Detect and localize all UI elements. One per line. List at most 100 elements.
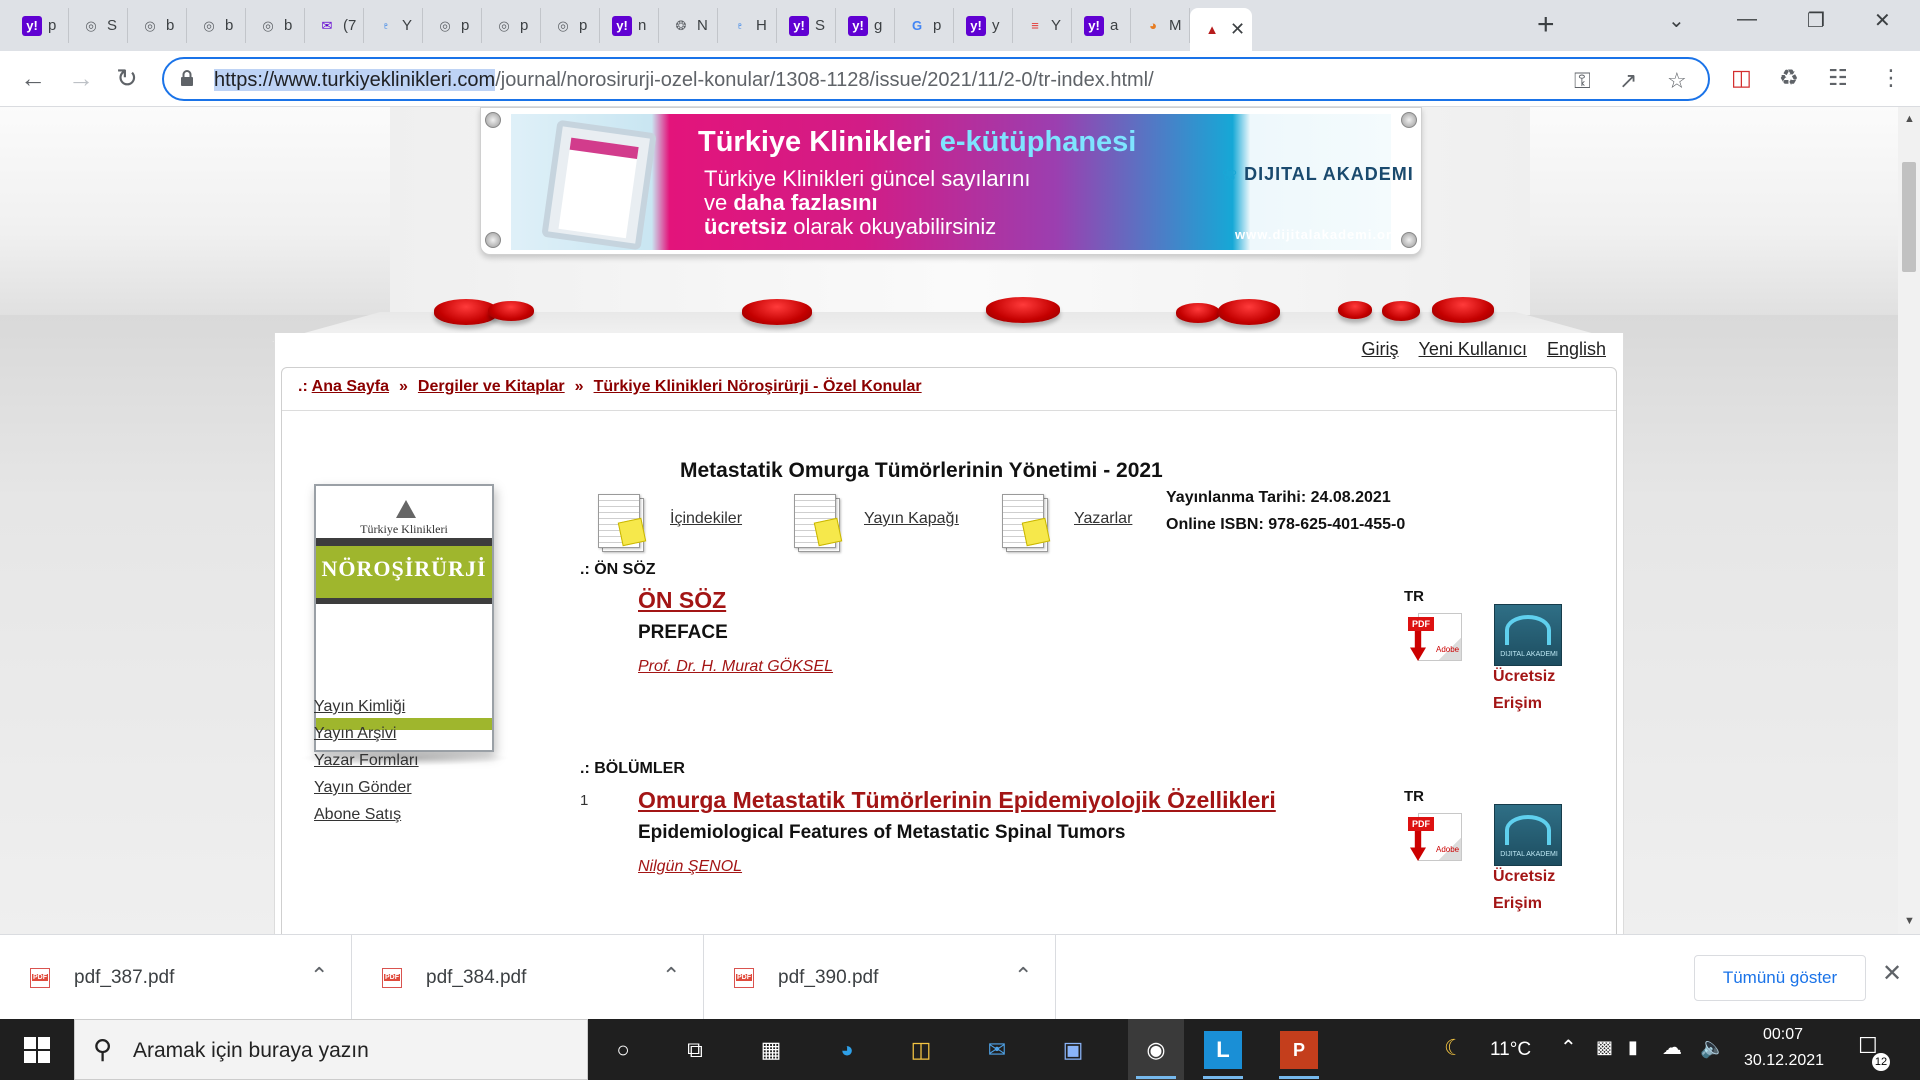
close-tab-icon[interactable]: ✕: [1230, 19, 1245, 40]
sidebar-item-submit[interactable]: Yayın Gönder: [314, 779, 412, 797]
article-author[interactable]: Nilgün ŞENOL: [638, 858, 742, 876]
tab-search-icon[interactable]: ⌄: [1668, 8, 1685, 33]
sidebar-item-author-forms[interactable]: Yazar Formları: [314, 752, 419, 770]
browser-tab[interactable]: ≡ Y: [1013, 8, 1072, 43]
reload-icon[interactable]: ↻: [116, 63, 138, 93]
browser-tab[interactable]: ❂ N: [659, 8, 718, 43]
scrollbar-thumb[interactable]: [1902, 162, 1916, 272]
digital-academy-icon[interactable]: DIJITAL AKADEMI: [1494, 804, 1562, 866]
bookmark-star-icon[interactable]: ☆: [1667, 68, 1687, 94]
browser-tab[interactable]: ◎ b: [187, 8, 246, 43]
browser-tab[interactable]: ♇ H: [718, 8, 777, 43]
browser-tab[interactable]: y! n: [600, 8, 659, 43]
browser-tab[interactable]: ◎ S: [69, 8, 128, 43]
clock-time[interactable]: 00:07: [1763, 1026, 1803, 1044]
share-icon[interactable]: ↗: [1619, 68, 1637, 94]
sidebar-item-publication-identity[interactable]: Yayın Kimliği: [314, 698, 405, 716]
breadcrumb-journal[interactable]: Türkiye Klinikleri Nöroşirürji - Özel Ko…: [594, 378, 922, 395]
browser-tab[interactable]: ◎ b: [246, 8, 305, 43]
contents-document-icon[interactable]: [598, 494, 648, 556]
close-icon[interactable]: ✕: [1882, 959, 1902, 988]
free-access-label[interactable]: Ücretsiz Erişim: [1493, 663, 1555, 717]
powerpoint-icon[interactable]: P: [1280, 1031, 1318, 1069]
restore-icon[interactable]: ❐: [1807, 8, 1825, 33]
free-access-label[interactable]: Ücretsiz Erişim: [1493, 863, 1555, 917]
edge-icon[interactable]: ◕: [828, 1031, 866, 1069]
browser-tab[interactable]: y! a: [1072, 8, 1131, 43]
chevron-up-icon[interactable]: ⌃: [662, 963, 680, 989]
cover-link[interactable]: Yayın Kapağı: [864, 510, 959, 528]
l-app-icon[interactable]: L: [1204, 1031, 1242, 1069]
windows-start-icon[interactable]: [24, 1037, 50, 1063]
page-scrollbar[interactable]: ▲ ▼: [1898, 107, 1920, 934]
weather-temperature[interactable]: 11°C: [1490, 1039, 1531, 1061]
browser-tab[interactable]: ◎ p: [423, 8, 482, 43]
sidebar-item-subscription[interactable]: Abone Satış: [314, 806, 401, 824]
browser-tab[interactable]: ♇ Y: [364, 8, 423, 43]
browser-tab[interactable]: ◎ p: [541, 8, 600, 43]
volume-icon[interactable]: 🔈: [1700, 1035, 1725, 1060]
address-bar[interactable]: https://www.turkiyeklinikleri.com/journa…: [162, 57, 1710, 101]
chrome-icon[interactable]: ◉: [1128, 1019, 1184, 1080]
breadcrumb-home[interactable]: Ana Sayfa: [312, 378, 389, 395]
chevron-up-icon[interactable]: ⌃: [1014, 963, 1032, 989]
profile-icon[interactable]: ☷: [1828, 65, 1848, 91]
forward-icon[interactable]: →: [68, 63, 94, 93]
login-link[interactable]: Giriş: [1362, 339, 1399, 360]
breadcrumb-journals[interactable]: Dergiler ve Kitaplar: [418, 378, 565, 395]
download-item[interactable]: pdf_387.pdf ⌃: [0, 935, 352, 1020]
clock-date[interactable]: 30.12.2021: [1744, 1052, 1824, 1070]
battery-icon[interactable]: ▮: [1628, 1037, 1638, 1058]
browser-tab[interactable]: y! S: [777, 8, 836, 43]
browser-tab[interactable]: ▲ ✕: [1190, 8, 1252, 51]
article-title[interactable]: Omurga Metastatik Tümörlerinin Epidemiyo…: [638, 787, 1276, 814]
browser-tab[interactable]: Gp: [895, 8, 954, 43]
weather-moon-icon[interactable]: ☾: [1444, 1035, 1464, 1061]
new-user-link[interactable]: Yeni Kullanıcı: [1419, 339, 1527, 360]
browser-tab[interactable]: ✉ (7: [305, 8, 364, 43]
english-link[interactable]: English: [1547, 339, 1606, 360]
article-author[interactable]: Prof. Dr. H. Murat GÖKSEL: [638, 658, 833, 676]
chevron-up-icon[interactable]: ⌃: [310, 963, 328, 989]
download-item[interactable]: pdf_384.pdf ⌃: [352, 935, 704, 1020]
close-window-icon[interactable]: ✕: [1874, 8, 1891, 33]
minimize-icon[interactable]: —: [1737, 8, 1757, 31]
cloud-icon[interactable]: ☁: [1662, 1035, 1682, 1060]
browser-tab[interactable]: ◎ p: [482, 8, 541, 43]
mail-icon[interactable]: ✉: [978, 1031, 1016, 1069]
network-pc-icon[interactable]: ▣: [1054, 1031, 1092, 1069]
key-icon[interactable]: ⚿: [1574, 68, 1591, 94]
authors-link[interactable]: Yazarlar: [1074, 510, 1132, 528]
scroll-down-icon[interactable]: ▼: [1904, 915, 1915, 927]
taskbar-search-input[interactable]: ⚲ Aramak için buraya yazın: [74, 1019, 588, 1080]
extension-shield-icon[interactable]: ◫: [1731, 65, 1752, 91]
browser-tab[interactable]: y! g: [836, 8, 895, 43]
pdf-download-icon[interactable]: PDF Adobe: [1406, 811, 1464, 863]
digital-academy-icon[interactable]: DIJITAL AKADEMI: [1494, 604, 1562, 666]
extensions-puzzle-icon[interactable]: ♻: [1779, 65, 1799, 91]
url-text[interactable]: https://www.turkiyeklinikleri.com/journa…: [214, 69, 1154, 92]
pdf-download-icon[interactable]: PDF Adobe: [1406, 611, 1464, 663]
browser-tab[interactable]: y! p: [10, 8, 69, 43]
device-icon[interactable]: ▩: [1596, 1037, 1613, 1058]
store-icon[interactable]: ▦: [752, 1031, 790, 1069]
browser-tab[interactable]: ◕ M: [1131, 8, 1190, 43]
chevron-up-icon[interactable]: ⌃: [1560, 1035, 1577, 1060]
sidebar-item-archive[interactable]: Yayın Arşivi: [314, 725, 396, 743]
authors-document-icon[interactable]: [1002, 494, 1052, 556]
e-library-banner[interactable]: Türkiye Klinikleri e-kütüphanesi Türkiye…: [480, 107, 1422, 255]
show-all-downloads-button[interactable]: Tümünü göster: [1694, 955, 1866, 1001]
menu-kebab-icon[interactable]: ⋮: [1880, 65, 1902, 91]
cortana-icon[interactable]: ○: [604, 1031, 642, 1069]
scroll-up-icon[interactable]: ▲: [1904, 113, 1915, 125]
new-tab-button[interactable]: +: [1537, 9, 1555, 41]
contents-link[interactable]: İçindekiler: [670, 510, 742, 528]
task-view-icon[interactable]: ⧉: [676, 1031, 714, 1069]
browser-tab[interactable]: ◎ b: [128, 8, 187, 43]
download-item[interactable]: pdf_390.pdf ⌃: [704, 935, 1056, 1020]
browser-tab[interactable]: y! y: [954, 8, 1013, 43]
cover-document-icon[interactable]: [794, 494, 844, 556]
back-icon[interactable]: ←: [20, 63, 46, 93]
article-title[interactable]: ÖN SÖZ: [638, 587, 726, 614]
file-explorer-icon[interactable]: ◫: [902, 1031, 940, 1069]
